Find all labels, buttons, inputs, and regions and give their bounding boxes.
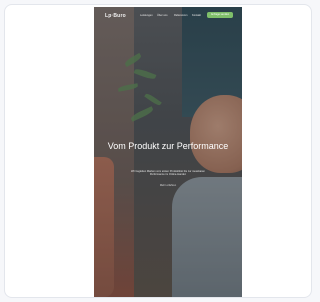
nav-cta-button[interactable]: Anfrage senden [207, 12, 233, 18]
hero-overlay [94, 7, 242, 297]
nav-link-kontakt[interactable]: Kontakt [192, 14, 201, 17]
site-logo[interactable]: Lp·Buro [105, 13, 126, 19]
site-nav: Lp·Buro Leistungen Über uns Referenzen K… [94, 7, 242, 25]
nav-link-referenzen[interactable]: Referenzen [174, 14, 187, 17]
nav-link-leistungen[interactable]: Leistungen [140, 14, 153, 17]
preview-card[interactable]: Lp·Buro Leistungen Über uns Referenzen K… [4, 4, 312, 298]
hero-title: Vom Produkt zur Performance [107, 141, 229, 151]
hero-subtitle: Wir begleiten Marken vom ersten Produktf… [131, 170, 205, 177]
nav-link-ueber-uns[interactable]: Über uns [157, 14, 168, 17]
website-preview-thumbnail[interactable]: Lp·Buro Leistungen Über uns Referenzen K… [94, 7, 242, 297]
hero-link[interactable]: Mehr erfahren [158, 184, 178, 187]
